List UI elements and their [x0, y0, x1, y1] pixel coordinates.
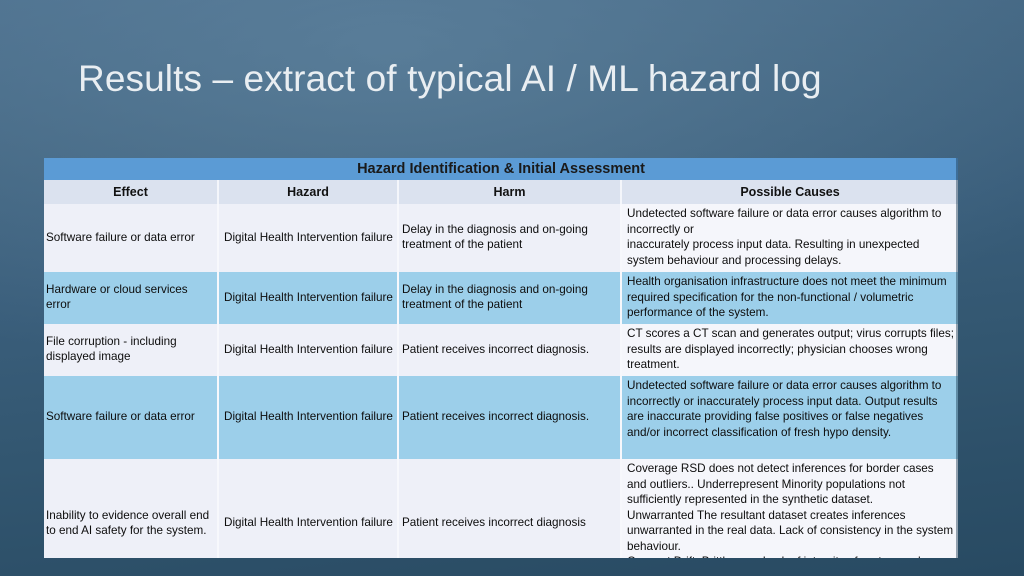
cell-hazard: Digital Health Intervention failure [218, 376, 399, 459]
cell-hazard: Digital Health Intervention failure [218, 272, 399, 324]
table-banner-title: Hazard Identification & Initial Assessme… [44, 158, 958, 180]
table-row: Software failure or data error Digital H… [44, 204, 958, 272]
table-header-row: Effect Hazard Harm Possible Causes [44, 180, 958, 204]
cell-possible-causes: Undetected software failure or data erro… [621, 204, 958, 272]
table-banner-row: Hazard Identification & Initial Assessme… [44, 158, 958, 180]
cell-effect: Inability to evidence overall end to end… [44, 459, 219, 558]
cell-hazard: Digital Health Intervention failure [218, 459, 399, 558]
cell-possible-causes: Coverage RSD does not detect inferences … [621, 459, 958, 558]
cell-harm: Delay in the diagnosis and on-going trea… [398, 204, 622, 272]
presentation-slide: Results – extract of typical AI / ML haz… [0, 0, 1024, 576]
cell-harm: Patient receives incorrect diagnosis. [398, 324, 622, 376]
column-header-harm: Harm [398, 180, 622, 204]
cell-possible-causes: Health organisation infrastructure does … [621, 272, 958, 324]
table-right-edge [956, 158, 958, 558]
cell-effect: Hardware or cloud services error [44, 272, 219, 324]
table-row: File corruption - including displayed im… [44, 324, 958, 376]
table-row: Software failure or data error Digital H… [44, 376, 958, 459]
cell-possible-causes: CT scores a CT scan and generates output… [621, 324, 958, 376]
hazard-log-table: Hazard Identification & Initial Assessme… [44, 158, 958, 558]
cell-harm: Delay in the diagnosis and on-going trea… [398, 272, 622, 324]
cell-effect: Software failure or data error [44, 376, 219, 459]
column-header-effect: Effect [44, 180, 219, 204]
hazard-log-table-container: Hazard Identification & Initial Assessme… [44, 158, 958, 558]
table-row: Inability to evidence overall end to end… [44, 459, 958, 558]
cell-effect: Software failure or data error [44, 204, 219, 272]
column-header-possible-causes: Possible Causes [621, 180, 958, 204]
column-header-hazard: Hazard [218, 180, 399, 204]
cell-hazard: Digital Health Intervention failure [218, 204, 399, 272]
table-row: Hardware or cloud services error Digital… [44, 272, 958, 324]
cell-hazard: Digital Health Intervention failure [218, 324, 399, 376]
cell-harm: Patient receives incorrect diagnosis. [398, 376, 622, 459]
page-title: Results – extract of typical AI / ML haz… [78, 58, 822, 99]
table-body: Software failure or data error Digital H… [44, 204, 958, 558]
cell-harm: Patient receives incorrect diagnosis [398, 459, 622, 558]
cell-effect: File corruption - including displayed im… [44, 324, 219, 376]
cell-possible-causes: Undetected software failure or data erro… [621, 376, 958, 459]
